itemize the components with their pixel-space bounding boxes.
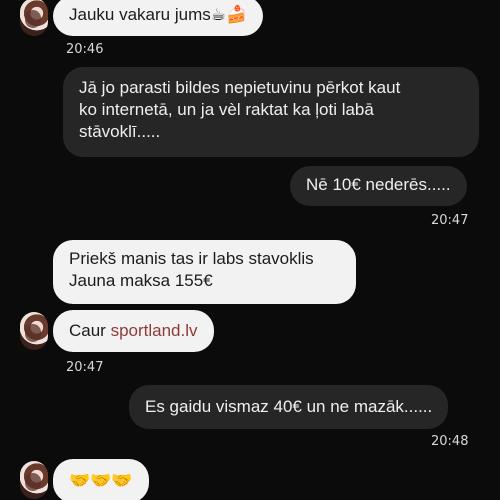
outgoing-message-bubble[interactable]: Nē 10€ nederēs.....	[290, 166, 467, 206]
message-timestamp: 20:47	[66, 360, 104, 375]
contact-avatar[interactable]	[20, 461, 48, 499]
incoming-message-bubble[interactable]: Jauku vakaru jums☕🍰	[53, 0, 264, 36]
message-timestamp: 20:48	[431, 434, 469, 449]
incoming-message-bubble[interactable]: Priekš manis tas ir labs stavoklis Jauna…	[53, 240, 356, 304]
outgoing-message-bubble[interactable]: Jā jo parasti bildes nepietuvinu pērkot …	[63, 67, 479, 157]
message-text-line: Priekš manis tas ir labs stavoklis	[69, 249, 314, 268]
message-text: Jauku vakaru jums☕🍰	[69, 5, 248, 24]
message-timestamp: 20:46	[66, 42, 104, 57]
sportland-link[interactable]: sportland.lv	[111, 321, 198, 340]
message-text: Nē 10€ nederēs.....	[306, 175, 451, 194]
incoming-message-bubble[interactable]: 🤝🤝🤝	[53, 459, 149, 500]
message-text-line: Jā jo parasti bildes nepietuvinu pērkot …	[79, 78, 401, 97]
message-text-line: stāvoklī.....	[79, 122, 161, 141]
message-text-line: ko internetā, un ja vèl raktat ka ļoti l…	[79, 100, 374, 119]
incoming-message-bubble[interactable]: Caur sportland.lv	[53, 310, 214, 352]
contact-avatar[interactable]	[20, 312, 48, 350]
message-timestamp: 20:47	[431, 213, 469, 228]
chat-thread: Jauku vakaru jums☕🍰 20:46 Jā jo parasti …	[0, 0, 500, 500]
contact-avatar[interactable]	[20, 0, 48, 36]
message-text-line: Jauna maksa 155€	[69, 271, 213, 290]
message-text: Es gaidu vismaz 40€ un ne mazāk......	[145, 397, 433, 416]
handshake-emoji-text: 🤝🤝🤝	[69, 471, 133, 490]
message-text: Caur	[69, 321, 111, 340]
outgoing-message-bubble[interactable]: Es gaidu vismaz 40€ un ne mazāk......	[129, 385, 449, 429]
